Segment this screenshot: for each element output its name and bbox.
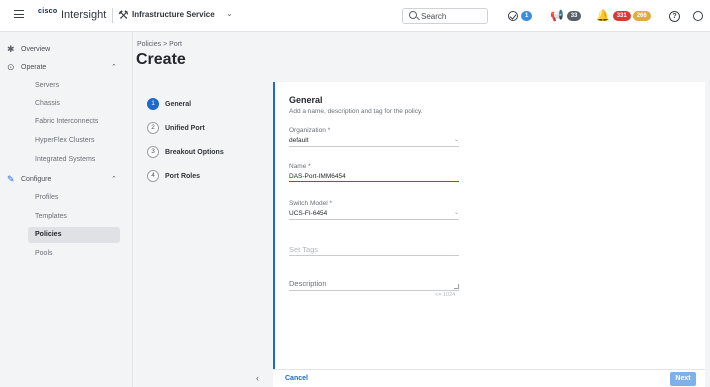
- step-label: General: [165, 100, 192, 108]
- alarms-indicator[interactable]: 🔔 331 266: [596, 9, 651, 23]
- organization-label: Organization *: [289, 127, 331, 134]
- step-number: 4: [147, 170, 159, 182]
- sidebar-item-templates[interactable]: Templates: [28, 209, 120, 225]
- sidebar-item-integrated-systems[interactable]: Integrated Systems: [28, 152, 120, 168]
- alarms-critical-count: 331: [612, 11, 631, 21]
- description-textarea[interactable]: Description: [289, 279, 327, 288]
- sidebar-item-label: Chassis: [35, 100, 60, 107]
- step-label: Breakout Options: [165, 148, 224, 156]
- notifications-count: 33: [566, 11, 582, 21]
- sidebar-item-fabric-interconnects[interactable]: Fabric Interconnects: [28, 114, 120, 130]
- step-breakout-options[interactable]: 3 Breakout Options: [147, 145, 224, 159]
- sidebar-item-label: Servers: [35, 82, 60, 89]
- step-number: 3: [147, 146, 159, 158]
- service-selector[interactable]: Infrastructure Service: [132, 10, 215, 19]
- search-placeholder: Search: [421, 12, 447, 21]
- cancel-button[interactable]: Cancel: [285, 375, 308, 382]
- alarms-warning-count: 266: [632, 11, 651, 21]
- sidebar-item-label: Configure: [21, 176, 52, 183]
- sidebar-item-label: Templates: [35, 213, 67, 220]
- step-label: Port Roles: [165, 172, 201, 180]
- search-icon: [409, 11, 417, 19]
- bell-icon: 🔔: [596, 10, 610, 22]
- next-button[interactable]: Next: [670, 372, 696, 386]
- chevron-down-icon[interactable]: ⌄: [454, 136, 459, 143]
- step-general[interactable]: 1 General: [147, 97, 191, 111]
- organization-select[interactable]: default: [289, 137, 309, 144]
- sidebar-item-label: Pools: [35, 250, 53, 257]
- tasks-count: 1: [521, 11, 533, 21]
- menu-icon[interactable]: [14, 10, 24, 18]
- service-icon: ⚒: [118, 8, 129, 22]
- notifications-indicator[interactable]: 📢 33: [550, 9, 582, 23]
- top-bar: cisco Intersight ⚒ Infrastructure Servic…: [0, 0, 710, 32]
- app-name[interactable]: Intersight: [61, 9, 106, 21]
- sidebar-item-label: Fabric Interconnects: [35, 118, 99, 125]
- chevron-down-icon[interactable]: ⌄: [454, 209, 459, 216]
- wizard-footer: Cancel Next: [273, 369, 705, 387]
- name-label: Name *: [289, 163, 311, 170]
- collapse-chevron-left-icon[interactable]: ‹: [256, 373, 259, 383]
- chevron-down-icon[interactable]: ⌄: [226, 9, 233, 18]
- sidebar-item-chassis[interactable]: Chassis: [28, 96, 120, 112]
- sidebar-item-label: Operate: [21, 64, 47, 71]
- step-port-roles[interactable]: 4 Port Roles: [147, 169, 200, 183]
- operate-icon: ⊙: [7, 62, 15, 72]
- sidebar-item-hyperflex-clusters[interactable]: HyperFlex Clusters: [28, 133, 120, 149]
- section-subtitle: Add a name, description and tag for the …: [289, 108, 423, 115]
- cisco-logo: cisco: [38, 8, 58, 15]
- step-number: 1: [147, 98, 159, 110]
- sidebar-item-label: Profiles: [35, 194, 59, 201]
- sidebar-item-profiles[interactable]: Profiles: [28, 190, 120, 206]
- form-panel: General Add a name, description and tag …: [273, 82, 705, 372]
- switch-model-select[interactable]: UCS-FI-6454: [289, 210, 327, 217]
- tags-input[interactable]: Set Tags: [289, 245, 318, 254]
- megaphone-icon: 📢: [550, 10, 564, 22]
- sidebar-item-operate[interactable]: ⊙ Operate ⌃: [0, 60, 133, 76]
- tags-underline: [289, 255, 459, 256]
- user-icon: [693, 11, 703, 21]
- step-number: 2: [147, 122, 159, 134]
- check-circle-icon: [508, 11, 518, 21]
- search-input[interactable]: Search: [402, 8, 488, 24]
- sidebar-item-policies[interactable]: Policies: [28, 227, 120, 243]
- help-icon: ?: [669, 10, 680, 22]
- organization-underline: [289, 146, 459, 147]
- chevron-up-icon: ⌃: [111, 176, 117, 183]
- chevron-up-icon: ⌃: [111, 64, 117, 71]
- configure-icon: ✎: [7, 174, 15, 184]
- page-title: Create: [136, 51, 186, 68]
- name-input[interactable]: DAS-Port-IMM6454: [289, 173, 346, 180]
- name-underline: [289, 181, 459, 182]
- tasks-indicator[interactable]: 1: [508, 9, 533, 23]
- help-button[interactable]: ?: [669, 9, 680, 23]
- sidebar: ✱ Overview ⊙ Operate ⌃ Servers Chassis F…: [0, 32, 133, 387]
- step-unified-port[interactable]: 2 Unified Port: [147, 121, 205, 135]
- overview-icon: ✱: [7, 44, 15, 54]
- sidebar-item-label: HyperFlex Clusters: [35, 137, 95, 144]
- resize-handle-icon[interactable]: [454, 284, 459, 289]
- divider: [112, 8, 113, 23]
- description-underline: [289, 290, 459, 291]
- sidebar-item-label: Integrated Systems: [35, 156, 96, 163]
- description-counter: <= 1024: [435, 292, 456, 298]
- user-menu-button[interactable]: [693, 9, 703, 23]
- step-label: Unified Port: [165, 124, 205, 132]
- breadcrumb[interactable]: Policies > Port: [137, 41, 182, 48]
- switch-model-label: Switch Model *: [289, 200, 332, 207]
- switch-model-underline: [289, 219, 459, 220]
- section-title: General: [289, 95, 323, 105]
- sidebar-item-overview[interactable]: ✱ Overview: [0, 42, 133, 58]
- sidebar-item-label: Overview: [21, 46, 51, 53]
- sidebar-item-servers[interactable]: Servers: [28, 78, 120, 94]
- wizard-steps: 1 General 2 Unified Port 3 Breakout Opti…: [137, 82, 273, 387]
- sidebar-item-label: Policies: [35, 231, 62, 238]
- sidebar-item-configure[interactable]: ✎ Configure ⌃: [0, 172, 133, 188]
- sidebar-item-pools[interactable]: Pools: [28, 246, 120, 262]
